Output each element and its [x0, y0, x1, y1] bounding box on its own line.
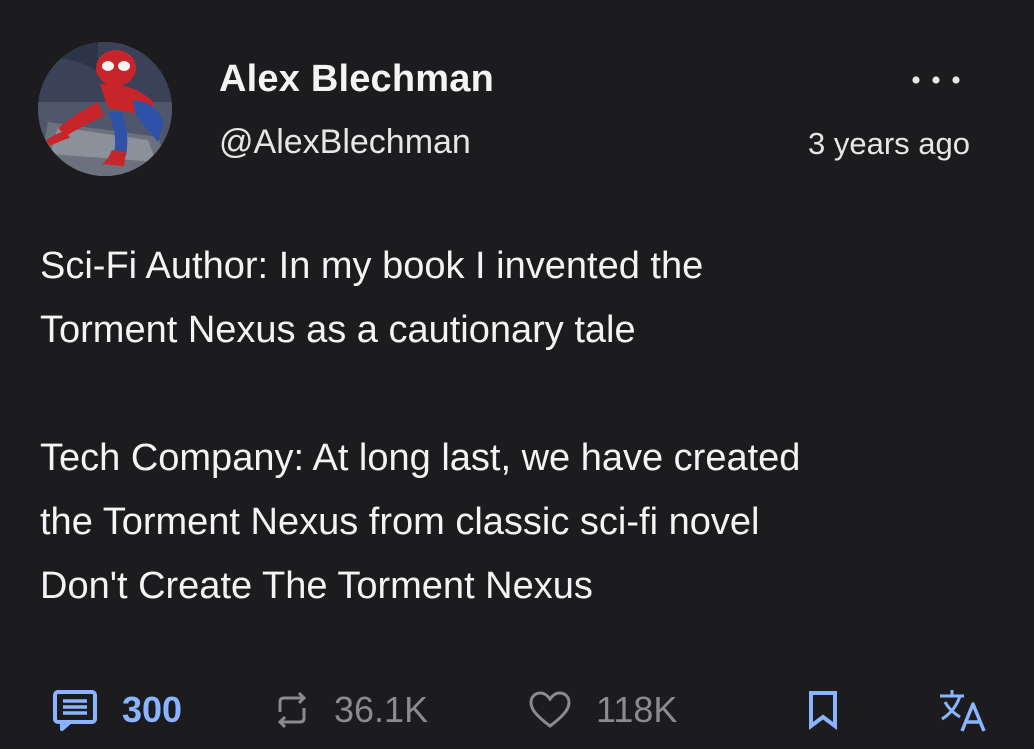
post-timestamp[interactable]: 3 years ago: [808, 126, 970, 162]
translate-icon: [940, 690, 986, 732]
author-display-name[interactable]: Alex Blechman: [219, 58, 494, 101]
post-line: Sci-Fi Author: In my book I invented the: [40, 245, 704, 287]
ellipsis-icon: [912, 76, 960, 84]
heart-icon: [529, 691, 571, 728]
spiderman-avatar-icon: [38, 42, 172, 176]
repost-button[interactable]: 36.1K: [274, 684, 428, 736]
repost-count: 36.1K: [334, 689, 429, 730]
like-count: 118K: [596, 689, 678, 730]
bookmark-button[interactable]: [806, 684, 840, 736]
avatar[interactable]: [38, 42, 172, 176]
post-text: Sci-Fi Author: In my book I invented the…: [40, 234, 1000, 618]
post-card: Alex Blechman @AlexBlechman 3 years ago …: [0, 0, 1034, 749]
translate-button[interactable]: [936, 684, 988, 736]
post-line: Torment Nexus as a cautionary tale: [40, 309, 636, 351]
reply-button[interactable]: 300: [52, 684, 182, 736]
author-handle[interactable]: @AlexBlechman: [219, 123, 471, 162]
more-options-button[interactable]: [904, 60, 968, 100]
post-line: the Torment Nexus from classic sci-fi no…: [40, 501, 760, 543]
post-line: Tech Company: At long last, we have crea…: [40, 437, 801, 479]
repost-icon: [277, 691, 307, 729]
comment-icon: [53, 690, 97, 731]
like-button[interactable]: 118K: [528, 684, 677, 736]
reply-count: 300: [122, 689, 183, 730]
bookmark-icon: [809, 691, 837, 730]
post-line: Don't Create The Torment Nexus: [40, 565, 593, 607]
